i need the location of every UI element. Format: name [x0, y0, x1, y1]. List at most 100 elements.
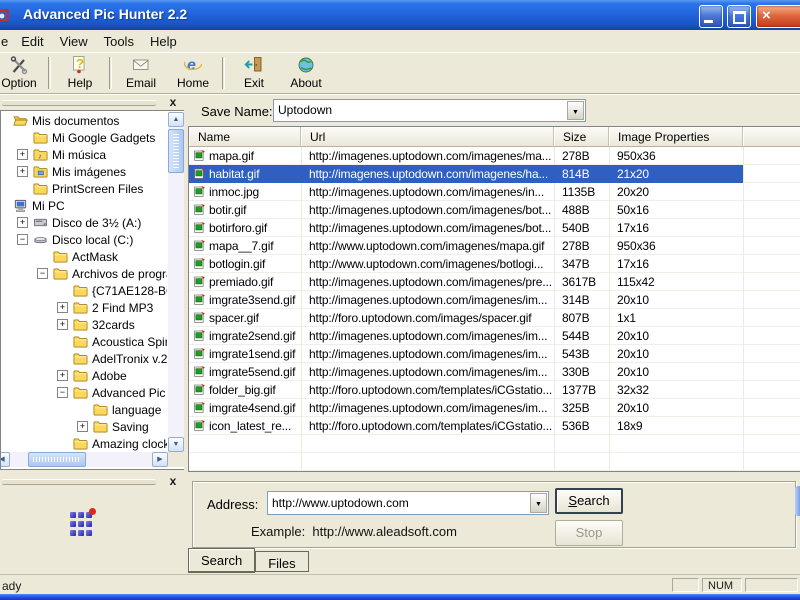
tree-item[interactable]: +♪Mi música: [1, 146, 167, 163]
tree-expander-icon[interactable]: −: [57, 387, 68, 398]
tab-files[interactable]: Files: [255, 551, 308, 572]
save-name-combobox[interactable]: Uptodown ▼: [273, 99, 586, 122]
file-name: inmoc.jpg: [209, 185, 301, 199]
tree-item[interactable]: language: [1, 401, 167, 418]
maximize-button[interactable]: [727, 5, 751, 28]
table-row[interactable]: imgrate4send.gifhttp://imagenes.uptodown…: [189, 399, 800, 417]
table-row[interactable]: folder_big.gifhttp://foro.uptodown.com/t…: [189, 381, 800, 399]
panel-grip-handle[interactable]: [2, 100, 156, 106]
toolbar-button-label: Exit: [244, 76, 264, 90]
toolbar-button-home[interactable]: eHome: [167, 52, 219, 93]
num-lock-indicator: NUM: [702, 578, 742, 592]
combo-dropdown-button[interactable]: ▼: [530, 493, 547, 513]
tree-item[interactable]: +Saving: [1, 418, 167, 435]
tree-item[interactable]: Mi Google Gadgets: [1, 129, 167, 146]
tree-item[interactable]: +32cards: [1, 316, 167, 333]
tree-item[interactable]: Mi PC: [1, 197, 167, 214]
image-file-icon: [193, 167, 206, 180]
toolbar-button-email[interactable]: Email: [115, 52, 167, 93]
tree-expander-icon[interactable]: +: [17, 166, 28, 177]
save-name-value[interactable]: Uptodown: [278, 103, 332, 117]
menu-item-view[interactable]: View: [52, 34, 96, 49]
column-header-blank[interactable]: [743, 127, 800, 147]
tree-item[interactable]: Acoustica Spin: [1, 333, 167, 350]
tree-item[interactable]: ActMask: [1, 248, 167, 265]
thumb-grip-icon: [33, 457, 81, 462]
address-combobox[interactable]: http://www.uptodown.com ▼: [267, 491, 549, 515]
table-row[interactable]: botirforo.gifhttp://imagenes.uptodown.co…: [189, 219, 800, 237]
tree-expander-icon[interactable]: +: [77, 421, 88, 432]
tree-item[interactable]: +Adobe: [1, 367, 167, 384]
column-header-size[interactable]: Size: [554, 127, 609, 147]
folder-icon: [93, 402, 108, 417]
tree-horizontal-scrollbar[interactable]: ◀ ▶: [2, 452, 168, 467]
tree-expander-icon[interactable]: −: [37, 268, 48, 279]
tree-expander-icon[interactable]: +: [57, 370, 68, 381]
listview-header: NameUrlSizeImage Properties: [189, 127, 800, 147]
menu-item-file[interactable]: e: [0, 34, 13, 49]
toolbar-button-help[interactable]: ?Help: [54, 52, 106, 93]
tree-item[interactable]: Amazing clock: [1, 435, 167, 452]
scroll-left-icon[interactable]: ◀: [0, 452, 10, 467]
image-file-icon: [193, 365, 206, 378]
tree-item[interactable]: {C71AE128-BC: [1, 282, 167, 299]
tree-vertical-scrollbar[interactable]: ▲ ▼: [168, 112, 184, 452]
column-header-url[interactable]: Url: [301, 127, 554, 147]
tree-item[interactable]: +Disco de 3½ (A:): [1, 214, 167, 231]
image-file-icon: [193, 239, 206, 252]
search-button[interactable]: Search: [555, 488, 623, 514]
menu-item-tools[interactable]: Tools: [96, 34, 142, 49]
table-row[interactable]: mapa.gifhttp://imagenes.uptodown.com/ima…: [189, 147, 800, 165]
toolbar-button-about[interactable]: About: [280, 52, 332, 93]
tree-expander-icon[interactable]: +: [17, 149, 28, 160]
menu-item-edit[interactable]: Edit: [13, 34, 51, 49]
scroll-down-icon[interactable]: ▼: [168, 437, 184, 452]
tree-item[interactable]: −Disco local (C:): [1, 231, 167, 248]
table-row[interactable]: spacer.gifhttp://foro.uptodown.com/image…: [189, 309, 800, 327]
menu-item-help[interactable]: Help: [142, 34, 185, 49]
table-row[interactable]: inmoc.jpghttp://imagenes.uptodown.com/im…: [189, 183, 800, 201]
table-row[interactable]: imgrate5send.gifhttp://imagenes.uptodown…: [189, 363, 800, 381]
tree-item[interactable]: AdelTronix v.2.: [1, 350, 167, 367]
close-button[interactable]: ×: [756, 5, 800, 28]
tree-item[interactable]: −Archivos de progra: [1, 265, 167, 282]
folder-icon: [53, 249, 68, 264]
tree-item[interactable]: +2 Find MP3: [1, 299, 167, 316]
table-row[interactable]: imgrate2send.gifhttp://imagenes.uptodown…: [189, 327, 800, 345]
toolbar-button-option[interactable]: Option: [0, 52, 45, 93]
minimize-button[interactable]: [699, 5, 723, 28]
tab-search[interactable]: Search: [188, 548, 255, 573]
table-row[interactable]: imgrate3send.gifhttp://imagenes.uptodown…: [189, 291, 800, 309]
search-button-label: Search: [557, 493, 621, 508]
tree-item[interactable]: PrintScreen Files: [1, 180, 167, 197]
toolbar-button-exit[interactable]: Exit: [228, 52, 280, 93]
table-row[interactable]: icon_latest_re...http://foro.uptodown.co…: [189, 417, 800, 435]
combo-dropdown-button[interactable]: ▼: [567, 101, 584, 120]
table-row[interactable]: imgrate1send.gifhttp://imagenes.uptodown…: [189, 345, 800, 363]
tree-expander-icon[interactable]: +: [57, 319, 68, 330]
panel-grip-handle[interactable]: [2, 479, 156, 485]
folders-panel-close-icon[interactable]: x: [166, 95, 180, 109]
tree-expander-icon[interactable]: +: [17, 217, 28, 228]
table-row[interactable]: mapa__7.gifhttp://www.uptodown.com/image…: [189, 237, 800, 255]
column-header-image-properties[interactable]: Image Properties: [609, 127, 743, 147]
logo-panel-close-icon[interactable]: x: [166, 474, 180, 488]
column-header-name[interactable]: Name: [189, 127, 301, 147]
table-row[interactable]: habitat.gifhttp://imagenes.uptodown.com/…: [189, 165, 800, 183]
tree-expander-icon[interactable]: +: [57, 302, 68, 313]
cell-name: imgrate3send.gif: [189, 291, 301, 309]
image-file-icon: [193, 329, 206, 342]
table-row[interactable]: botlogin.gifhttp://www.uptodown.com/imag…: [189, 255, 800, 273]
tree-item[interactable]: −Advanced Pic I: [1, 384, 167, 401]
tree-item[interactable]: +Mis imágenes: [1, 163, 167, 180]
scrollbar-thumb[interactable]: [168, 129, 184, 173]
scroll-right-icon[interactable]: ▶: [152, 452, 168, 467]
scroll-up-icon[interactable]: ▲: [168, 112, 184, 127]
tree-expander-icon[interactable]: −: [17, 234, 28, 245]
address-value[interactable]: http://www.uptodown.com: [272, 496, 409, 510]
table-row[interactable]: botir.gifhttp://imagenes.uptodown.com/im…: [189, 201, 800, 219]
folder-images-icon: [33, 164, 48, 179]
scrollbar-thumb[interactable]: [28, 452, 86, 467]
tree-item[interactable]: Mis documentos: [1, 112, 167, 129]
table-row[interactable]: premiado.gifhttp://imagenes.uptodown.com…: [189, 273, 800, 291]
